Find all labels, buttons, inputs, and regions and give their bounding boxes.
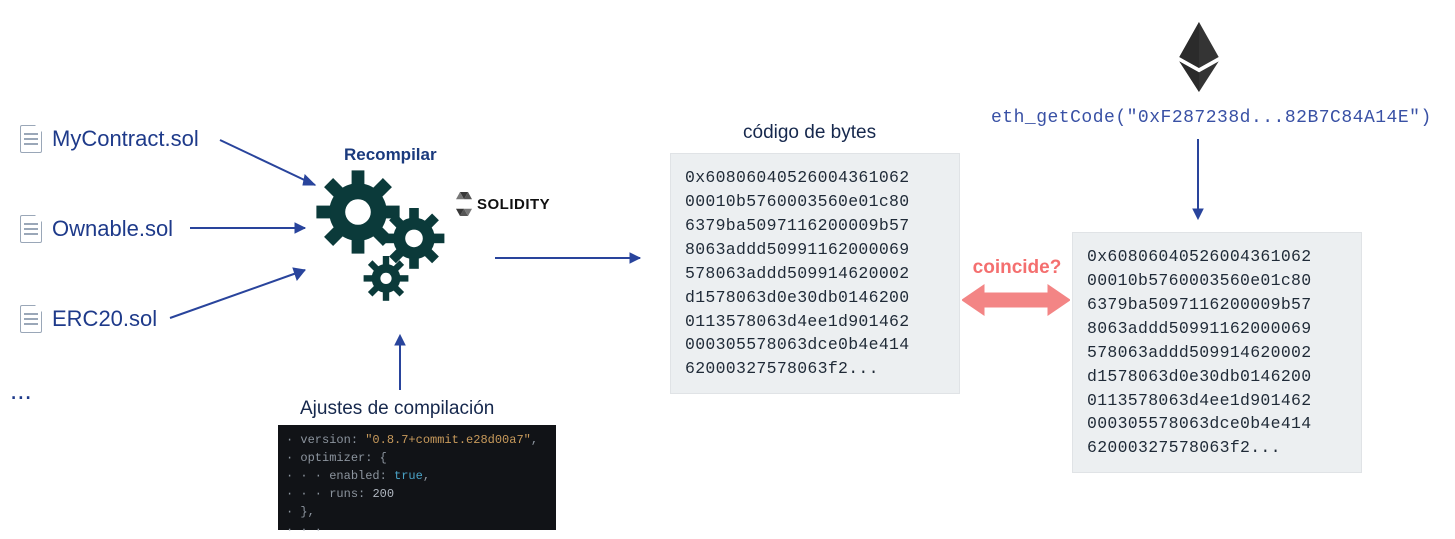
- cs-version-key: version:: [300, 433, 358, 447]
- file-item-1: MyContract.sol: [20, 125, 199, 153]
- file-ellipsis: ...: [10, 375, 32, 406]
- file-icon: [20, 125, 42, 153]
- bytecode-title-left: código de bytes: [743, 122, 876, 144]
- cs-version-val: "0.8.7+commit.e28d00a7": [365, 433, 531, 447]
- arrow-gears-to-bytecode: [490, 248, 660, 268]
- file-label-2: Ownable.sol: [52, 216, 173, 242]
- arrow-file3-to-gears: [165, 260, 325, 330]
- bytecode-box-right: 0x60806040526004361062 00010b5760003560e…: [1072, 232, 1362, 473]
- bytecode-box-left: 0x60806040526004361062 00010b5760003560e…: [670, 153, 960, 394]
- solidity-logo-icon: [455, 192, 473, 216]
- cs-close: },: [300, 505, 314, 519]
- solidity-label: SOLIDITY: [455, 192, 550, 216]
- eth-getcode-label: eth_getCode("0xF287238d...82B7C84A14E"): [991, 108, 1432, 128]
- match-label: coincide?: [972, 257, 1062, 279]
- compile-settings-box: · version: "0.8.7+commit.e28d00a7", · op…: [278, 425, 556, 530]
- file-icon: [20, 305, 42, 333]
- arrow-eth-to-bytecode: [1188, 134, 1208, 229]
- arrow-file2-to-gears: [185, 218, 325, 238]
- file-item-2: Ownable.sol: [20, 215, 173, 243]
- gears-icon: [310, 160, 470, 320]
- arrow-settings-to-gears: [390, 330, 410, 400]
- match-double-arrow-icon: [962, 283, 1070, 317]
- cs-runs-val: 200: [372, 487, 394, 501]
- ethereum-icon: [1176, 22, 1222, 92]
- file-icon: [20, 215, 42, 243]
- file-label-1: MyContract.sol: [52, 126, 199, 152]
- file-label-3: ERC20.sol: [52, 306, 157, 332]
- cs-optimizer-key: optimizer: {: [300, 451, 386, 465]
- file-item-3: ERC20.sol: [20, 305, 157, 333]
- cs-enabled-key: enabled:: [329, 469, 387, 483]
- compile-settings-title: Ajustes de compilación: [300, 398, 494, 420]
- solidity-label-text: SOLIDITY: [477, 196, 550, 213]
- cs-runs-key: runs:: [329, 487, 365, 501]
- cs-enabled-val: true: [394, 469, 423, 483]
